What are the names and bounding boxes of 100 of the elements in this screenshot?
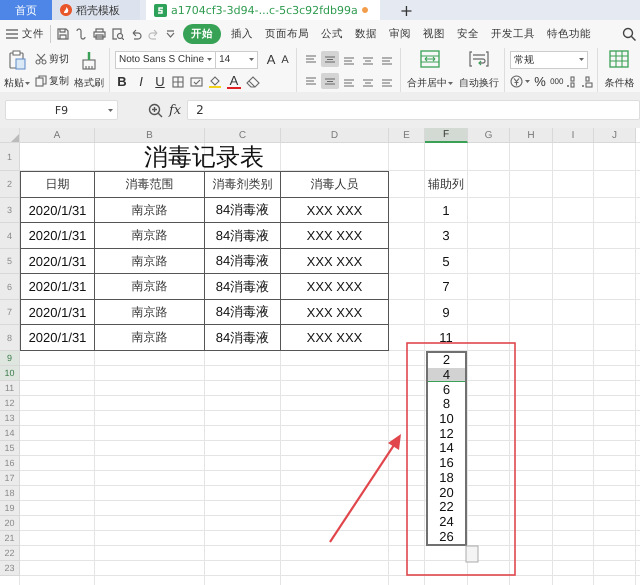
new-tab-button[interactable]: +: [390, 0, 424, 20]
caret-icon[interactable]: [108, 109, 113, 112]
column-header[interactable]: B: [95, 128, 205, 143]
italic-button[interactable]: I: [134, 74, 148, 90]
merge-center-button[interactable]: 合并居中: [406, 48, 454, 92]
number-format-dropdown[interactable]: 常规: [510, 50, 588, 69]
conditional-format-button[interactable]: 条件格: [603, 48, 636, 92]
dropdown-item[interactable]: 12: [428, 426, 465, 442]
table-cell: 南京路: [95, 300, 205, 325]
column-header[interactable]: D: [281, 128, 389, 143]
search-icon[interactable]: [622, 27, 636, 41]
save-icon[interactable]: [57, 28, 69, 40]
dropdown-item[interactable]: 4: [428, 368, 465, 382]
ribbon-tab[interactable]: 视图: [417, 25, 451, 43]
column-header[interactable]: J: [594, 128, 636, 143]
zoom-icon[interactable]: [148, 102, 163, 118]
print-preview-icon[interactable]: [112, 28, 124, 40]
caret-icon[interactable]: [448, 82, 454, 84]
paintbrush-icon: [80, 50, 98, 70]
merge-cells-icon: [420, 50, 440, 68]
borders-icon[interactable]: [172, 76, 185, 88]
currency-button[interactable]: [510, 75, 530, 88]
name-box[interactable]: F9: [5, 100, 118, 120]
thousands-button[interactable]: 000: [550, 77, 564, 86]
cell-style-icon[interactable]: [190, 76, 203, 88]
paste-button[interactable]: 粘贴: [3, 48, 31, 92]
dropdown-list[interactable]: 2 4 6 8 10 12 14 16 18 20 22 24 26: [426, 351, 467, 546]
eraser-icon[interactable]: [246, 76, 260, 88]
dropdown-item[interactable]: 2: [428, 353, 465, 368]
caret-icon[interactable]: [207, 58, 212, 62]
dropdown-item[interactable]: 6: [428, 382, 465, 398]
dropdown-item[interactable]: 16: [428, 456, 465, 470]
alignment-icon: [324, 54, 336, 64]
align-button[interactable]: [321, 73, 340, 89]
row-header[interactable]: 10: [0, 366, 20, 381]
column-header[interactable]: G: [468, 128, 510, 143]
font-color-button[interactable]: A: [227, 74, 241, 89]
align-button[interactable]: [321, 51, 340, 67]
table-cell: XXX XXX: [281, 274, 389, 300]
column-header[interactable]: A: [20, 128, 95, 143]
tab[interactable]: 首页: [0, 0, 52, 20]
decrease-decimal-icon[interactable]: [581, 76, 594, 88]
table-grid-icon: [609, 50, 630, 68]
format-painter-button[interactable]: 格式刷: [73, 48, 105, 92]
undo-icon[interactable]: [130, 28, 142, 40]
column-header[interactable]: H: [510, 128, 553, 143]
ribbon-tab[interactable]: 数据: [349, 25, 383, 43]
column-header[interactable]: F: [425, 128, 468, 143]
dropdown-item[interactable]: 22: [428, 500, 465, 515]
font-name-dropdown[interactable]: Noto Sans S Chine: [115, 50, 216, 69]
tab[interactable]: a1704cf3-3d94-...c-5c3c92fdb99a: [146, 0, 380, 20]
copy-button[interactable]: 复制: [35, 74, 69, 88]
table-cell: 南京路: [95, 198, 205, 223]
dropdown-item[interactable]: 14: [428, 441, 465, 456]
ribbon-tab[interactable]: 插入: [225, 25, 259, 43]
alignment-icon: [324, 76, 336, 86]
table-cell: 84消毒液: [205, 249, 281, 274]
ribbon-tab[interactable]: 页面布局: [259, 25, 315, 43]
column-header[interactable]: I: [553, 128, 594, 143]
formula-input[interactable]: 2: [187, 100, 640, 120]
tab[interactable]: 稻壳模板: [52, 0, 140, 20]
table-cell: 南京路: [95, 325, 205, 351]
bold-button[interactable]: B: [115, 74, 129, 90]
ribbon-tab[interactable]: 审阅: [383, 25, 417, 43]
dropdown-item[interactable]: 20: [428, 485, 465, 500]
sheet-title: 消毒记录表: [20, 143, 389, 171]
column-header[interactable]: C: [205, 128, 281, 143]
decrease-font-button[interactable]: A: [278, 54, 292, 66]
ribbon-tab[interactable]: 安全: [451, 25, 485, 43]
file-menu[interactable]: 文件: [6, 25, 51, 43]
row-header[interactable]: 9: [0, 351, 20, 366]
dropdown-item[interactable]: 24: [428, 514, 465, 530]
print-icon[interactable]: [93, 28, 106, 40]
caret-icon[interactable]: [249, 58, 254, 62]
ribbon-tab[interactable]: 公式: [315, 25, 349, 43]
cut-button[interactable]: 剪切: [35, 52, 69, 66]
ribbon-tab[interactable]: 特色功能: [541, 25, 597, 43]
table-cell: XXX XXX: [281, 223, 389, 249]
dropdown-item[interactable]: 18: [428, 470, 465, 486]
table-cell: 南京路: [95, 249, 205, 274]
caret-icon[interactable]: [579, 58, 584, 62]
function-label[interactable]: fx: [169, 102, 182, 118]
column-header[interactable]: E: [389, 128, 425, 143]
dropdown-item[interactable]: 8: [428, 397, 465, 412]
caret-icon[interactable]: [525, 80, 530, 84]
table-header-cell: 消毒人员: [281, 171, 389, 198]
ribbon-tab[interactable]: 开发工具: [485, 25, 541, 43]
scissors-icon: [35, 53, 47, 65]
fill-color-icon[interactable]: [208, 75, 222, 88]
increase-font-button[interactable]: A: [264, 52, 278, 68]
table-cell: 84消毒液: [205, 198, 281, 223]
dropdown-item[interactable]: 10: [428, 412, 465, 426]
font-size-dropdown[interactable]: 14: [216, 50, 258, 69]
caret-icon[interactable]: [25, 82, 30, 84]
percent-button[interactable]: %: [533, 74, 548, 90]
dropdown-icon[interactable]: [166, 30, 175, 38]
table-cell: 7: [425, 274, 468, 300]
dropdown-item[interactable]: 26: [428, 529, 465, 544]
wrap-text-button[interactable]: 自动换行: [458, 48, 500, 92]
underline-button[interactable]: U: [153, 74, 167, 90]
